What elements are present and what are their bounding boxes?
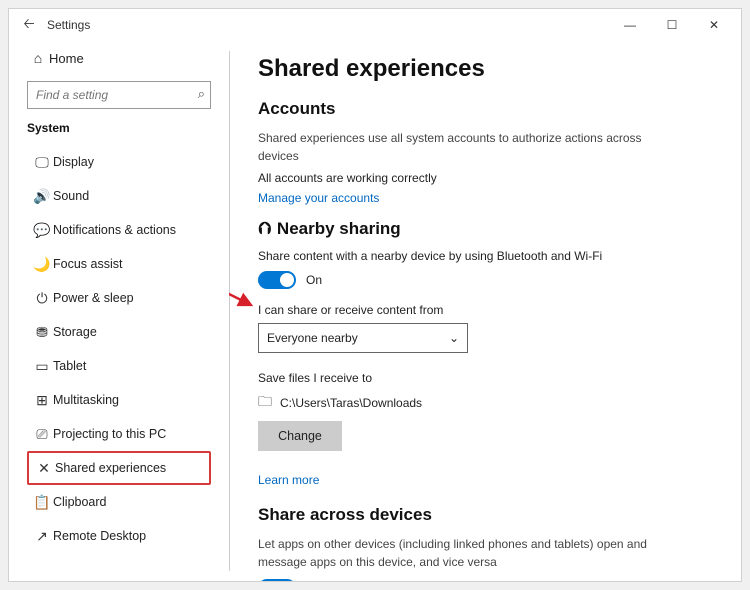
nearby-toggle-state: On <box>306 273 322 287</box>
save-path: C:\Users\Taras\Downloads <box>280 396 422 410</box>
sidebar-item-tablet[interactable]: ▭Tablet <box>27 349 211 383</box>
focus-icon: 🌙 <box>31 256 53 273</box>
sidebar-item-label: Tablet <box>53 359 86 373</box>
accounts-status: All accounts are working correctly <box>258 171 713 185</box>
shared-icon: ✕ <box>33 460 55 477</box>
sidebar-item-label: Multitasking <box>53 393 119 407</box>
nearby-desc: Share content with a nearby device by us… <box>258 249 713 263</box>
back-button[interactable]: 🡠 <box>15 13 43 37</box>
receive-from-select[interactable]: Everyone nearby ⌄ <box>258 323 468 353</box>
sidebar-item-power-sleep[interactable]: ⏻Power & sleep <box>27 281 211 315</box>
accounts-desc: Shared experiences use all system accoun… <box>258 129 678 165</box>
titlebar: 🡠 Settings — ☐ ✕ <box>9 9 741 41</box>
folder-icon: 🗀 <box>258 391 272 415</box>
home-icon: ⌂ <box>27 50 49 66</box>
sidebar-item-sound[interactable]: 🔊Sound <box>27 179 211 213</box>
sidebar-item-notifications[interactable]: 💬Notifications & actions <box>27 213 211 247</box>
remote-icon: ↗ <box>31 528 53 545</box>
sidebar-item-remote-desktop[interactable]: ↗Remote Desktop <box>27 519 211 553</box>
notifications-icon: 💬 <box>31 222 53 239</box>
share-icon: ⮉ <box>258 219 271 239</box>
power-icon: ⏻ <box>31 290 53 307</box>
sidebar-item-clipboard[interactable]: 📋Clipboard <box>27 485 211 519</box>
sidebar-item-label: Clipboard <box>53 495 107 509</box>
chevron-down-icon: ⌄ <box>449 331 459 345</box>
share-across-desc: Let apps on other devices (including lin… <box>258 535 678 571</box>
sidebar-home[interactable]: ⌂ Home <box>27 41 211 75</box>
search-box[interactable]: ⌕ <box>27 81 211 109</box>
manage-accounts-link[interactable]: Manage your accounts <box>258 191 713 205</box>
share-across-toggle[interactable] <box>258 579 296 581</box>
sidebar-item-focus-assist[interactable]: 🌙Focus assist <box>27 247 211 281</box>
window-title: Settings <box>47 18 90 32</box>
sidebar-item-label: Focus assist <box>53 257 122 271</box>
clipboard-icon: 📋 <box>31 494 53 511</box>
page-title: Shared experiences <box>258 55 713 83</box>
settings-window: 🡠 Settings — ☐ ✕ ⌂ Home ⌕ System 🖵Displa… <box>8 8 742 582</box>
nearby-sharing-toggle[interactable] <box>258 271 296 289</box>
share-across-heading: Share across devices <box>258 505 713 525</box>
window-controls: — ☐ ✕ <box>609 18 735 32</box>
sidebar-item-shared-experiences[interactable]: ✕Shared experiences <box>27 451 211 485</box>
sidebar-item-storage[interactable]: ⛃Storage <box>27 315 211 349</box>
search-input[interactable] <box>27 81 211 109</box>
save-path-row: 🗀 C:\Users\Taras\Downloads <box>258 391 713 415</box>
display-icon: 🖵 <box>31 154 53 171</box>
accounts-heading: Accounts <box>258 99 713 119</box>
sidebar: ⌂ Home ⌕ System 🖵Display 🔊Sound 💬Notific… <box>9 41 229 581</box>
sidebar-item-multitasking[interactable]: ⊞Multitasking <box>27 383 211 417</box>
receive-from-label: I can share or receive content from <box>258 303 713 317</box>
home-label: Home <box>49 51 84 66</box>
sidebar-section: System <box>27 121 211 135</box>
content-pane: Shared experiences Accounts Shared exper… <box>229 41 741 581</box>
sidebar-item-label: Remote Desktop <box>53 529 146 543</box>
sidebar-item-label: Projecting to this PC <box>53 427 166 441</box>
save-files-label: Save files I receive to <box>258 371 713 385</box>
sidebar-item-label: Notifications & actions <box>53 223 176 237</box>
storage-icon: ⛃ <box>31 324 53 341</box>
projecting-icon: ⎚ <box>31 426 53 443</box>
nearby-heading: ⮉Nearby sharing <box>258 219 713 239</box>
sidebar-item-projecting[interactable]: ⎚Projecting to this PC <box>27 417 211 451</box>
sidebar-item-label: Shared experiences <box>55 461 166 475</box>
minimize-button[interactable]: — <box>609 18 651 32</box>
sidebar-item-label: Power & sleep <box>53 291 134 305</box>
tablet-icon: ▭ <box>31 358 53 375</box>
search-icon: ⌕ <box>198 86 205 102</box>
sound-icon: 🔊 <box>31 188 53 205</box>
sidebar-item-label: Display <box>53 155 94 169</box>
learn-more-link[interactable]: Learn more <box>258 473 713 487</box>
multitasking-icon: ⊞ <box>31 392 53 409</box>
maximize-button[interactable]: ☐ <box>651 18 693 32</box>
sidebar-item-label: Storage <box>53 325 97 339</box>
close-button[interactable]: ✕ <box>693 18 735 32</box>
sidebar-item-label: Sound <box>53 189 89 203</box>
receive-from-value: Everyone nearby <box>267 331 358 345</box>
change-button[interactable]: Change <box>258 421 342 451</box>
sidebar-item-display[interactable]: 🖵Display <box>27 145 211 179</box>
